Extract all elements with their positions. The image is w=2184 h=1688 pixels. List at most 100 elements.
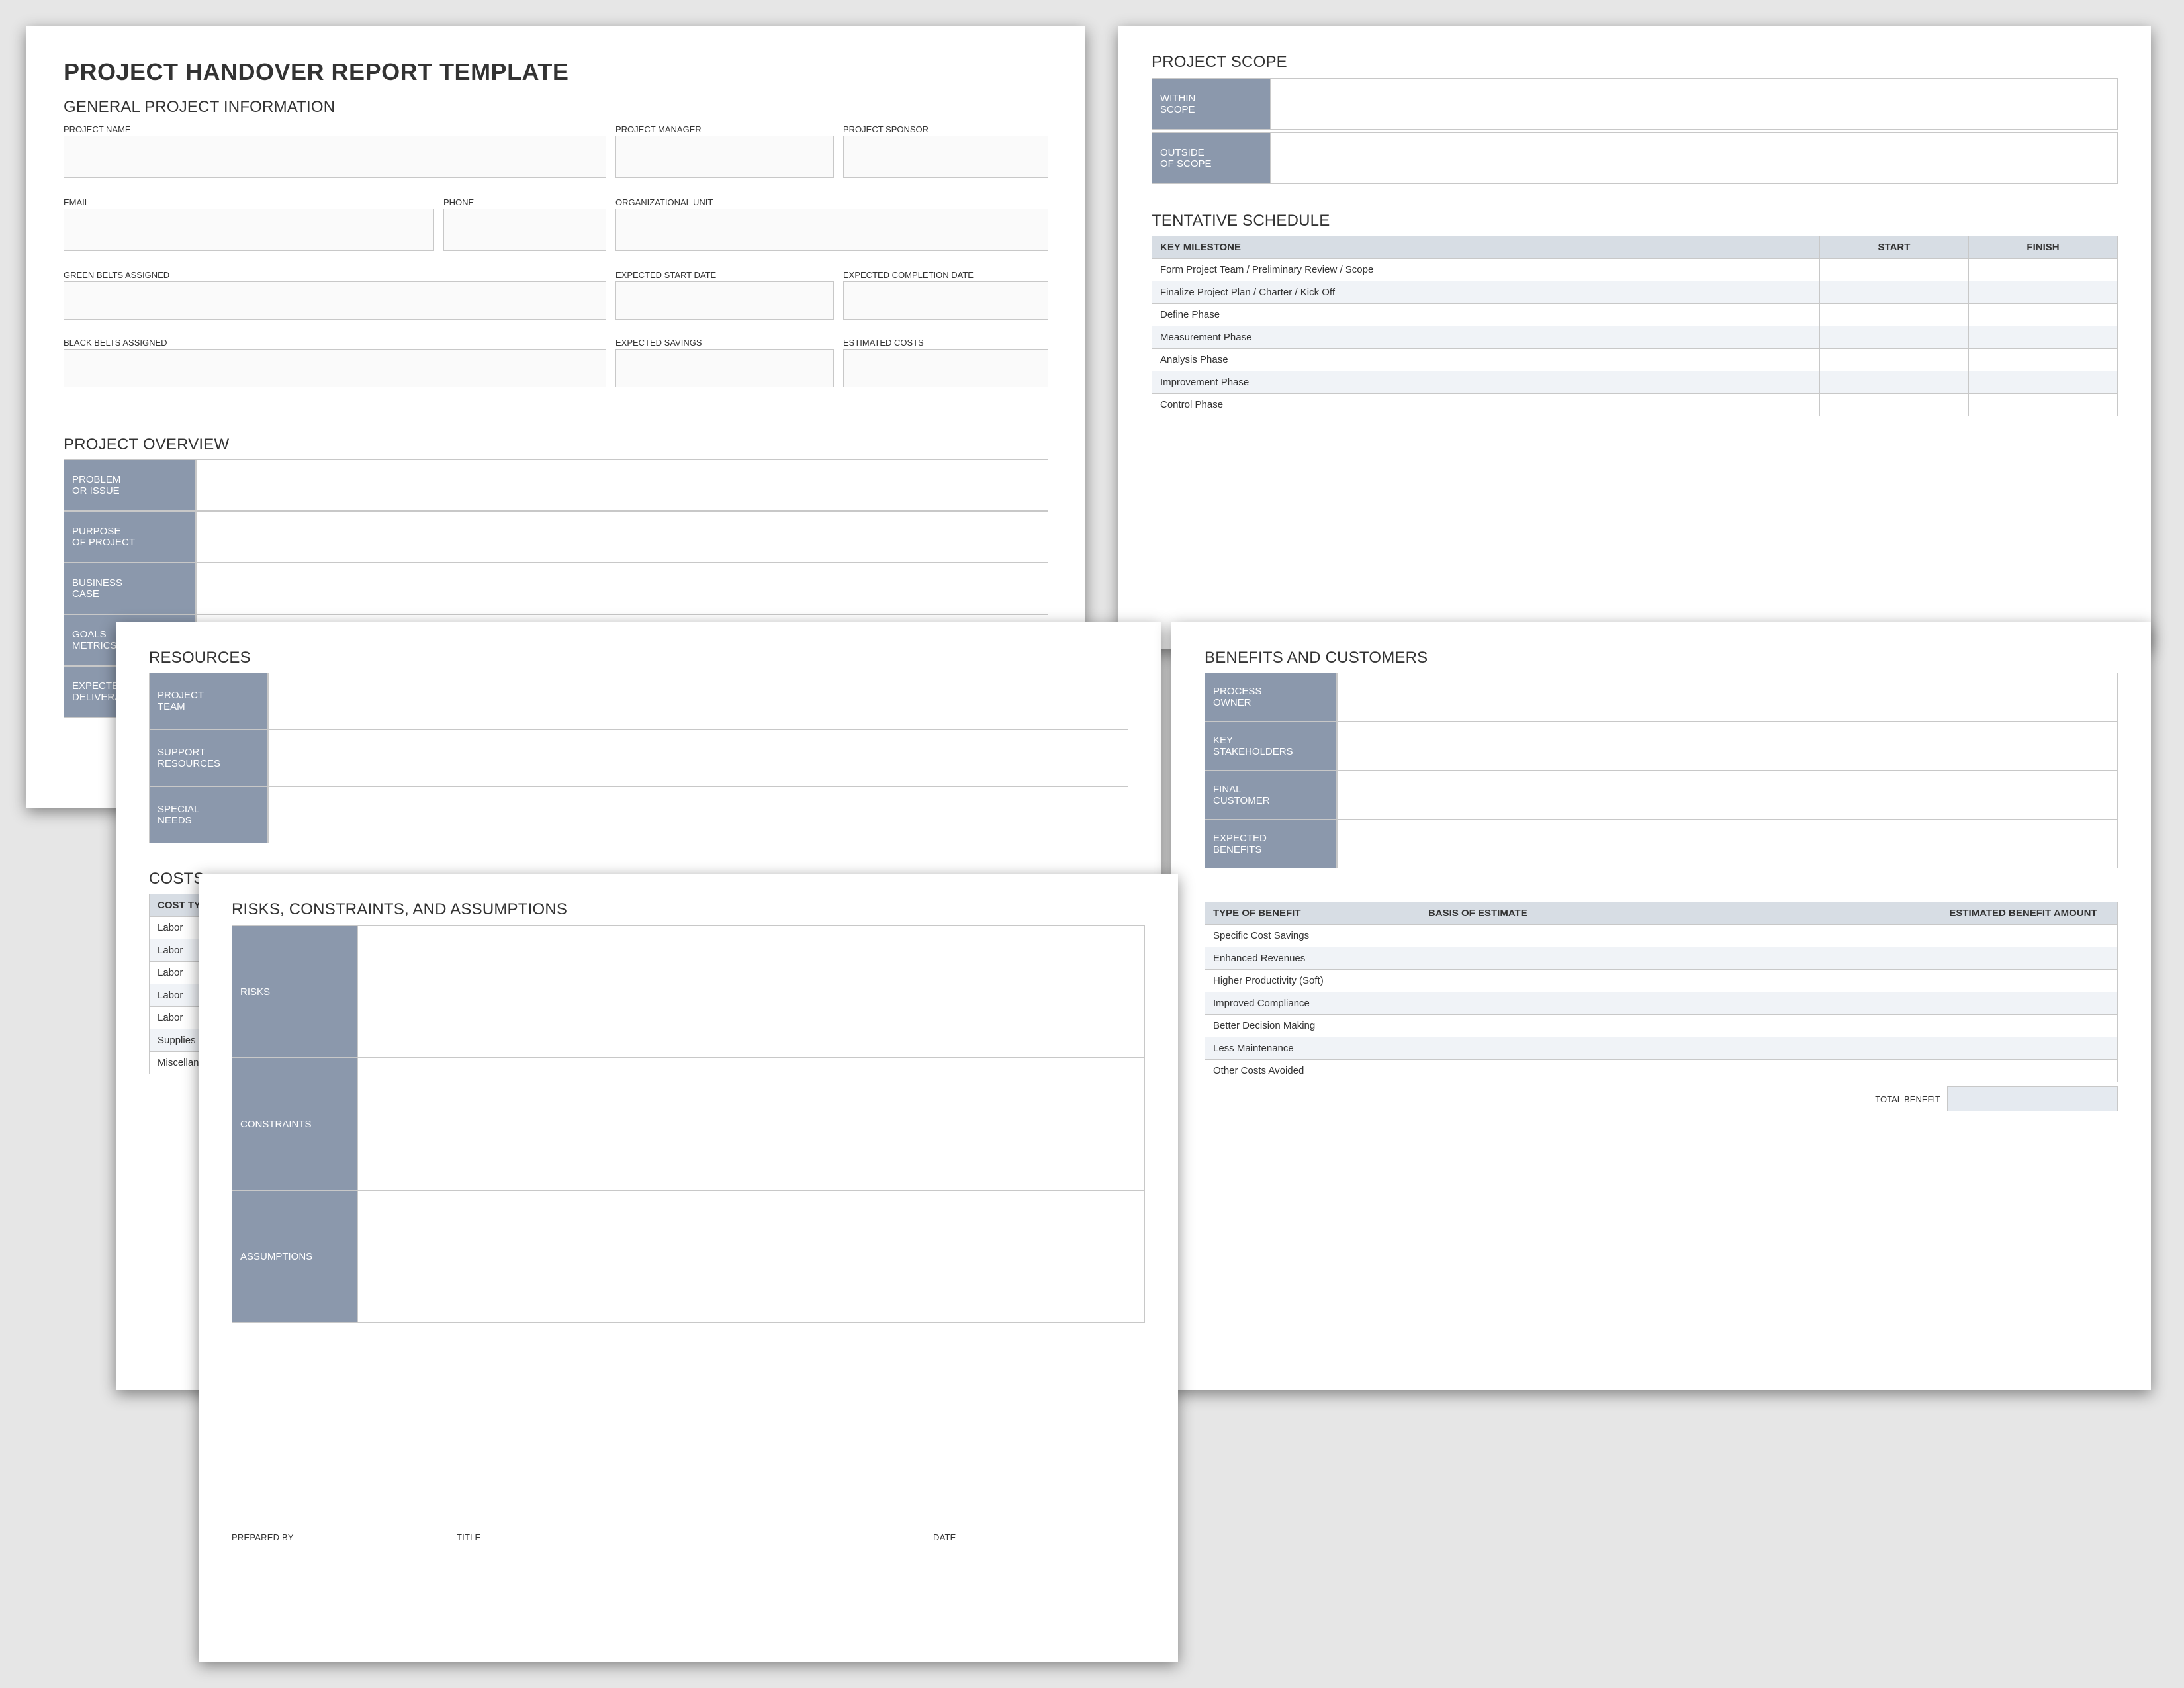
benefits-input-2[interactable]: [1337, 771, 2118, 820]
benefits-table: TYPE OF BENEFIT BASIS OF ESTIMATE ESTIMA…: [1205, 902, 2118, 1082]
benefit-row-3: Improved Compliance: [1205, 992, 1420, 1015]
input-project-manager[interactable]: [615, 136, 834, 178]
section-general-heading: GENERAL PROJECT INFORMATION: [64, 98, 1048, 117]
scope-outside-input[interactable]: [1271, 132, 2118, 184]
benefits-col-type: TYPE OF BENEFIT: [1205, 902, 1420, 925]
schedule-start-3[interactable]: [1820, 326, 1969, 349]
schedule-col-start: START: [1820, 236, 1969, 259]
schedule-start-6[interactable]: [1820, 394, 1969, 416]
benefit-basis-0[interactable]: [1420, 925, 1929, 947]
label-exp-start: EXPECTED START DATE: [615, 270, 834, 280]
label-exp-complete: EXPECTED COMPLETION DATE: [843, 270, 1048, 280]
overview-label-0: PROBLEM OR ISSUE: [64, 459, 196, 511]
schedule-row-3: Measurement Phase: [1152, 326, 1820, 349]
label-est-costs: ESTIMATED COSTS: [843, 338, 1048, 348]
benefits-input-3[interactable]: [1337, 820, 2118, 868]
schedule-finish-2[interactable]: [1969, 304, 2118, 326]
risks-input-1[interactable]: [357, 1058, 1145, 1190]
signoff-prepared-by-label: PREPARED BY: [232, 1532, 457, 1542]
benefit-basis-3[interactable]: [1420, 992, 1929, 1015]
label-phone: PHONE: [443, 197, 606, 207]
input-est-costs[interactable]: [843, 349, 1048, 387]
input-project-name[interactable]: [64, 136, 606, 178]
risks-input-2[interactable]: [357, 1190, 1145, 1323]
overview-label-1: PURPOSE OF PROJECT: [64, 511, 196, 563]
section-scope-heading: PROJECT SCOPE: [1152, 53, 2118, 71]
section-overview-heading: PROJECT OVERVIEW: [64, 436, 229, 454]
input-exp-start[interactable]: [615, 281, 834, 320]
benefit-amount-6[interactable]: [1929, 1060, 2118, 1082]
resources-input-2[interactable]: [268, 786, 1128, 843]
schedule-finish-0[interactable]: [1969, 259, 2118, 281]
benefit-basis-5[interactable]: [1420, 1037, 1929, 1060]
resources-input-0[interactable]: [268, 673, 1128, 729]
benefits-input-0[interactable]: [1337, 673, 2118, 722]
schedule-start-1[interactable]: [1820, 281, 1969, 304]
resources-label-1: SUPPORT RESOURCES: [149, 729, 268, 786]
benefit-amount-3[interactable]: [1929, 992, 2118, 1015]
scope-within-input[interactable]: [1271, 78, 2118, 130]
risks-input-0[interactable]: [357, 925, 1145, 1058]
benefit-row-0: Specific Cost Savings: [1205, 925, 1420, 947]
benefit-amount-0[interactable]: [1929, 925, 2118, 947]
schedule-finish-6[interactable]: [1969, 394, 2118, 416]
benefit-row-2: Higher Productivity (Soft): [1205, 970, 1420, 992]
schedule-finish-4[interactable]: [1969, 349, 2118, 371]
label-project-sponsor: PROJECT SPONSOR: [843, 124, 1048, 134]
overview-input-1[interactable]: [196, 511, 1048, 563]
schedule-start-5[interactable]: [1820, 371, 1969, 394]
benefits-col-basis: BASIS OF ESTIMATE: [1420, 902, 1929, 925]
section-schedule-heading: TENTATIVE SCHEDULE: [1152, 212, 2118, 230]
schedule-row-4: Analysis Phase: [1152, 349, 1820, 371]
schedule-row-2: Define Phase: [1152, 304, 1820, 326]
benefit-basis-1[interactable]: [1420, 947, 1929, 970]
benefit-row-1: Enhanced Revenues: [1205, 947, 1420, 970]
input-email[interactable]: [64, 209, 434, 251]
input-black-belts[interactable]: [64, 349, 606, 387]
doc-title: PROJECT HANDOVER REPORT TEMPLATE: [64, 58, 1048, 86]
input-exp-complete[interactable]: [843, 281, 1048, 320]
schedule-row-1: Finalize Project Plan / Charter / Kick O…: [1152, 281, 1820, 304]
input-project-sponsor[interactable]: [843, 136, 1048, 178]
input-exp-savings[interactable]: [615, 349, 834, 387]
input-phone[interactable]: [443, 209, 606, 251]
schedule-start-0[interactable]: [1820, 259, 1969, 281]
schedule-finish-3[interactable]: [1969, 326, 2118, 349]
input-org-unit[interactable]: [615, 209, 1048, 251]
overview-input-0[interactable]: [196, 459, 1048, 511]
schedule-start-4[interactable]: [1820, 349, 1969, 371]
benefit-row-4: Better Decision Making: [1205, 1015, 1420, 1037]
benefit-basis-4[interactable]: [1420, 1015, 1929, 1037]
benefit-amount-2[interactable]: [1929, 970, 2118, 992]
risks-label-0: RISKS: [232, 925, 357, 1058]
label-green-belts: GREEN BELTS ASSIGNED: [64, 270, 606, 280]
benefits-total-input[interactable]: [1947, 1086, 2118, 1111]
signoff-title-input[interactable]: [457, 1542, 933, 1589]
label-exp-savings: EXPECTED SAVINGS: [615, 338, 834, 348]
label-project-name: PROJECT NAME: [64, 124, 606, 134]
schedule-col-milestone: KEY MILESTONE: [1152, 236, 1820, 259]
benefit-amount-4[interactable]: [1929, 1015, 2118, 1037]
signoff-prepared-by-input[interactable]: [232, 1542, 457, 1589]
label-project-manager: PROJECT MANAGER: [615, 124, 834, 134]
benefit-amount-1[interactable]: [1929, 947, 2118, 970]
benefits-side-3: EXPECTED BENEFITS: [1205, 820, 1337, 868]
scope-outside-label: OUTSIDE OF SCOPE: [1152, 132, 1271, 184]
benefits-input-1[interactable]: [1337, 722, 2118, 771]
overview-input-2[interactable]: [196, 563, 1048, 614]
section-benefits-heading: BENEFITS AND CUSTOMERS: [1205, 649, 2118, 667]
signoff-date-input[interactable]: [933, 1542, 1132, 1589]
label-email: EMAIL: [64, 197, 434, 207]
resources-input-1[interactable]: [268, 729, 1128, 786]
schedule-finish-5[interactable]: [1969, 371, 2118, 394]
benefit-basis-6[interactable]: [1420, 1060, 1929, 1082]
schedule-start-2[interactable]: [1820, 304, 1969, 326]
schedule-finish-1[interactable]: [1969, 281, 2118, 304]
input-green-belts[interactable]: [64, 281, 606, 320]
benefit-amount-5[interactable]: [1929, 1037, 2118, 1060]
benefit-basis-2[interactable]: [1420, 970, 1929, 992]
benefits-side-0: PROCESS OWNER: [1205, 673, 1337, 722]
section-resources-heading: RESOURCES: [149, 649, 1128, 667]
benefits-total-label: TOTAL BENEFIT: [1875, 1094, 1940, 1104]
schedule-row-6: Control Phase: [1152, 394, 1820, 416]
